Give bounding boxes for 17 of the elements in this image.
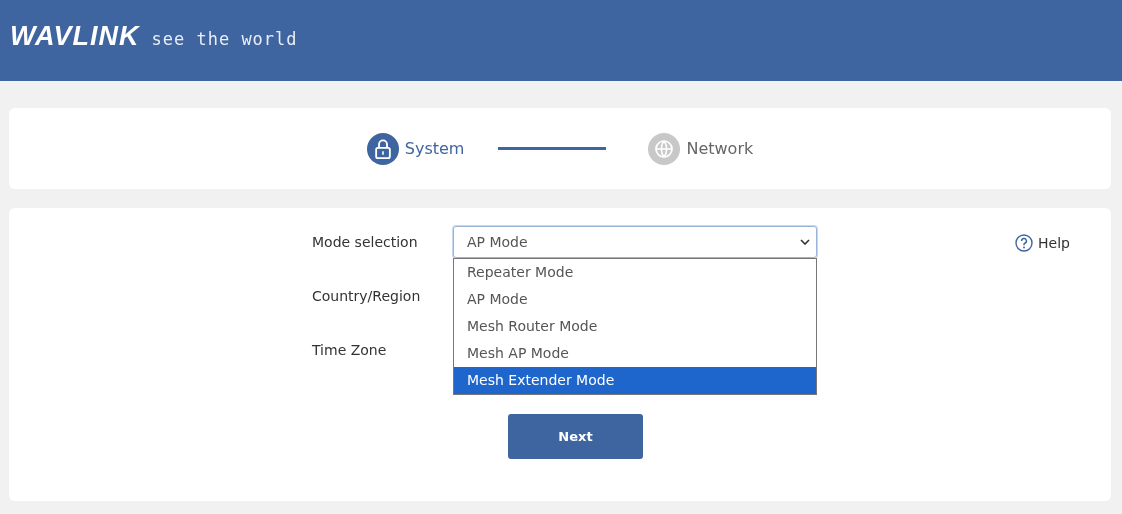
dropdown-option[interactable]: Mesh AP Mode <box>454 340 816 367</box>
chevron-down-icon <box>800 239 810 245</box>
step-label: Network <box>686 139 754 158</box>
field-label: Country/Region <box>312 288 422 306</box>
dropdown-option[interactable]: Mesh Router Mode <box>454 313 816 340</box>
field-label: Mode selection <box>312 234 419 252</box>
tagline: see the world <box>151 28 298 49</box>
dropdown-option[interactable]: Mesh Extender Mode <box>454 367 816 394</box>
help-link[interactable]: Help <box>1015 234 1070 252</box>
field-label: Time Zone <box>312 342 388 360</box>
step-label: System <box>404 139 465 158</box>
mode-select[interactable]: AP Mode <box>453 226 817 258</box>
next-button[interactable]: Next <box>508 414 643 459</box>
dropdown-option[interactable]: Repeater Mode <box>454 259 816 286</box>
help-icon <box>1015 234 1034 252</box>
dropdown-option[interactable]: AP Mode <box>454 286 816 313</box>
logo: WAVLINK <box>10 21 140 52</box>
